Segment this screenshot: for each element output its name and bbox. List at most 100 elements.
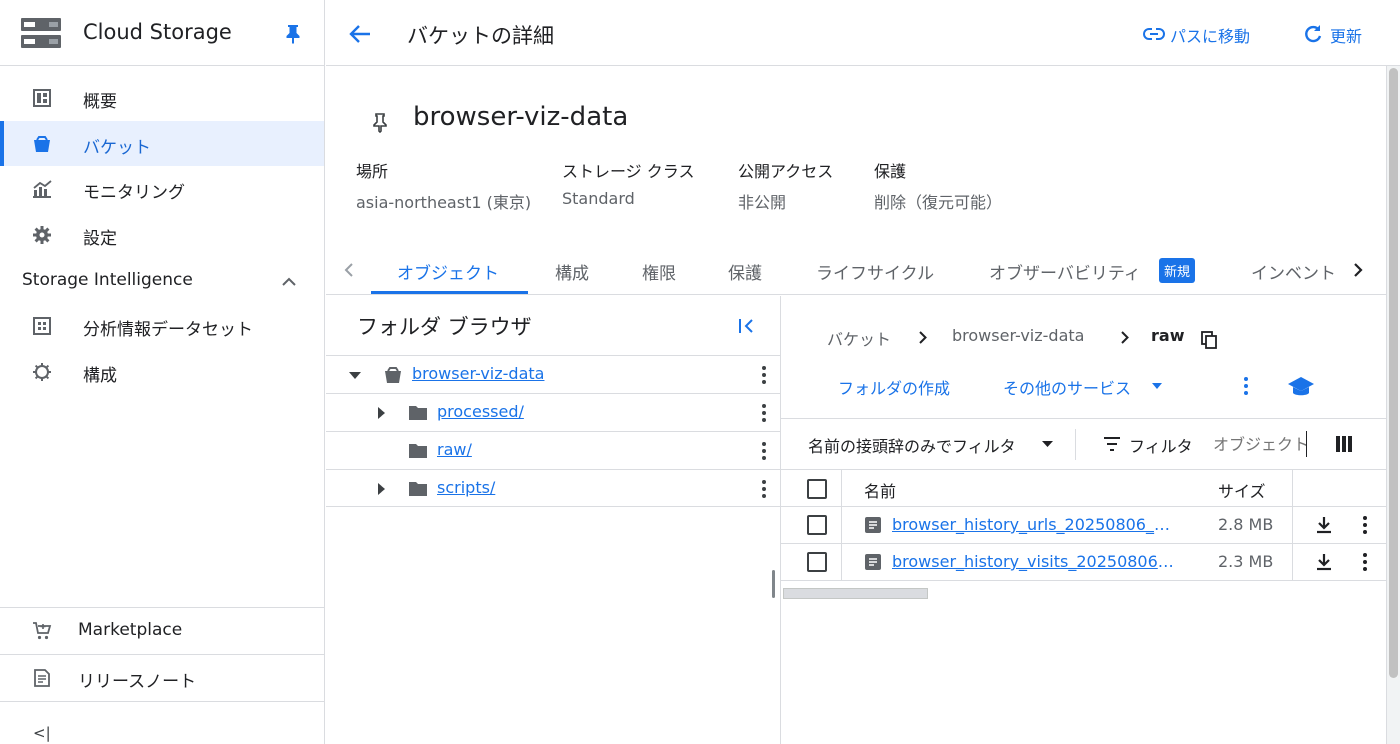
column-display-icon[interactable]: [1333, 434, 1355, 454]
release-notes-icon: [31, 667, 53, 689]
horizontal-scrollbar[interactable]: [783, 588, 928, 599]
tab-scroll-right[interactable]: [1337, 245, 1386, 295]
monitoring-chart-icon: [32, 179, 52, 199]
column-divider: [1292, 507, 1293, 544]
go-to-path-button[interactable]: パスに移動: [1170, 23, 1250, 47]
column-divider: [1292, 544, 1293, 581]
column-divider: [1292, 470, 1293, 507]
file-name-link[interactable]: browser_history_visits_20250806_…: [892, 552, 1175, 571]
sidebar-item-overview[interactable]: 概要: [0, 75, 324, 120]
table-row[interactable]: browser_history_visits_20250806_… 2.3 MB: [781, 544, 1386, 581]
tree-row-folder[interactable]: processed/: [326, 393, 780, 431]
new-badge: 新規: [1159, 258, 1196, 283]
bucket-icon: [383, 365, 403, 385]
more-vert-icon[interactable]: [1238, 375, 1254, 397]
filter-label: フィルタ: [1129, 437, 1193, 456]
sidebar-item-settings[interactable]: 設定: [0, 212, 324, 257]
tree-folder-link[interactable]: scripts/: [437, 478, 495, 497]
location-label: 場所: [356, 162, 389, 181]
collapse-sidebar-button[interactable]: <|: [33, 724, 51, 742]
more-vert-icon[interactable]: [1357, 552, 1373, 572]
filter-bar: 名前の接頭辞のみでフィルタ フィルタ: [781, 418, 1386, 470]
column-divider: [841, 470, 842, 507]
filter-icon: [1101, 434, 1123, 454]
folder-icon: [408, 403, 428, 423]
caret-down-icon[interactable]: [347, 369, 363, 381]
tab-lifecycle[interactable]: ライフサイクル: [816, 259, 934, 284]
download-icon[interactable]: [1314, 514, 1334, 536]
row-checkbox[interactable]: [807, 552, 827, 572]
column-divider: [841, 507, 842, 544]
prefix-filter-dropdown[interactable]: 名前の接頭辞のみでフィルタ: [808, 433, 1016, 457]
copy-icon[interactable]: [1199, 330, 1219, 350]
folder-icon: [408, 479, 428, 499]
tab-configuration[interactable]: 構成: [555, 259, 589, 284]
other-services-button[interactable]: その他のサービス: [1003, 375, 1131, 399]
more-vert-icon[interactable]: [756, 403, 772, 423]
sidebar: Cloud Storage 概要 バケット モニタリング 設定 Storage …: [0, 0, 325, 744]
sidebar-item-release-notes[interactable]: リリースノート: [0, 655, 324, 700]
column-header-size[interactable]: サイズ: [1218, 478, 1266, 502]
tree-row-folder[interactable]: raw/: [326, 431, 780, 469]
dataset-icon: [32, 316, 52, 336]
caret-down-icon: [1040, 438, 1054, 450]
filter-divider: [1075, 429, 1076, 460]
breadcrumb-buckets[interactable]: バケット: [827, 326, 891, 350]
vertical-scrollbar-thumb[interactable]: [1389, 68, 1398, 678]
tree-bucket-link[interactable]: browser-viz-data: [412, 364, 544, 383]
folder-icon: [408, 441, 428, 461]
collapse-panel-icon[interactable]: [737, 316, 757, 336]
storage-class-value: Standard: [562, 189, 635, 208]
chevron-right-icon: [1118, 328, 1132, 346]
create-folder-button[interactable]: フォルダの作成: [838, 375, 950, 399]
tab-permissions[interactable]: 権限: [642, 259, 676, 284]
tree-row-folder[interactable]: scripts/: [326, 469, 780, 507]
learn-school-icon[interactable]: [1286, 374, 1316, 400]
pin-icon[interactable]: [283, 24, 303, 44]
chevron-up-icon[interactable]: [279, 271, 299, 291]
sidebar-item-insights-datasets[interactable]: 分析情報データセット: [0, 303, 324, 348]
tree-folder-link[interactable]: processed/: [437, 402, 524, 421]
storage-intelligence-heading: Storage Intelligence: [22, 270, 193, 290]
more-vert-icon[interactable]: [756, 441, 772, 461]
chevron-left-icon[interactable]: [340, 261, 356, 279]
panel-resize-handle[interactable]: [772, 570, 775, 598]
sidebar-item-marketplace[interactable]: Marketplace: [0, 608, 324, 653]
sidebar-item-label: Marketplace: [78, 620, 183, 640]
row-checkbox[interactable]: [807, 515, 827, 535]
more-vert-icon[interactable]: [756, 479, 772, 499]
sidebar-item-configuration[interactable]: 構成: [0, 349, 324, 394]
file-size: 2.8 MB: [1218, 515, 1274, 534]
folder-browser: フォルダ ブラウザ browser-viz-data processed/ ra…: [326, 296, 781, 744]
more-vert-icon[interactable]: [1357, 515, 1373, 535]
cart-icon: [31, 620, 53, 642]
filter-input[interactable]: [1213, 431, 1309, 457]
file-name-link[interactable]: browser_history_urls_20250806_2…: [892, 515, 1175, 534]
file-size: 2.3 MB: [1218, 552, 1274, 571]
caret-right-icon[interactable]: [375, 481, 387, 497]
sidebar-divider: [0, 701, 324, 702]
back-arrow-icon[interactable]: [348, 22, 372, 46]
tab-observability[interactable]: オブザーバビリティ: [989, 259, 1141, 284]
table-header: 名前 サイズ: [781, 470, 1386, 507]
tree-row-bucket[interactable]: browser-viz-data: [326, 355, 780, 393]
tab-objects[interactable]: オブジェクト: [397, 259, 499, 284]
sidebar-item-buckets[interactable]: バケット: [0, 121, 324, 166]
column-header-name[interactable]: 名前: [864, 478, 896, 502]
select-all-checkbox[interactable]: [807, 479, 827, 499]
caret-down-icon: [1150, 380, 1164, 392]
config-icon: [32, 362, 52, 382]
public-access-value: 非公開: [738, 193, 787, 212]
sidebar-item-label: 設定: [83, 229, 117, 249]
tree-folder-link[interactable]: raw/: [437, 440, 472, 459]
table-row[interactable]: browser_history_urls_20250806_2… 2.8 MB: [781, 507, 1386, 544]
more-vert-icon[interactable]: [756, 365, 772, 385]
refresh-button[interactable]: 更新: [1330, 23, 1362, 47]
pin-icon[interactable]: [370, 112, 390, 134]
download-icon[interactable]: [1314, 551, 1334, 573]
bucket-icon: [32, 134, 52, 154]
breadcrumb-bucket[interactable]: browser-viz-data: [952, 326, 1084, 345]
tab-protection[interactable]: 保護: [728, 259, 762, 284]
sidebar-item-monitoring[interactable]: モニタリング: [0, 166, 324, 211]
caret-right-icon[interactable]: [375, 405, 387, 421]
